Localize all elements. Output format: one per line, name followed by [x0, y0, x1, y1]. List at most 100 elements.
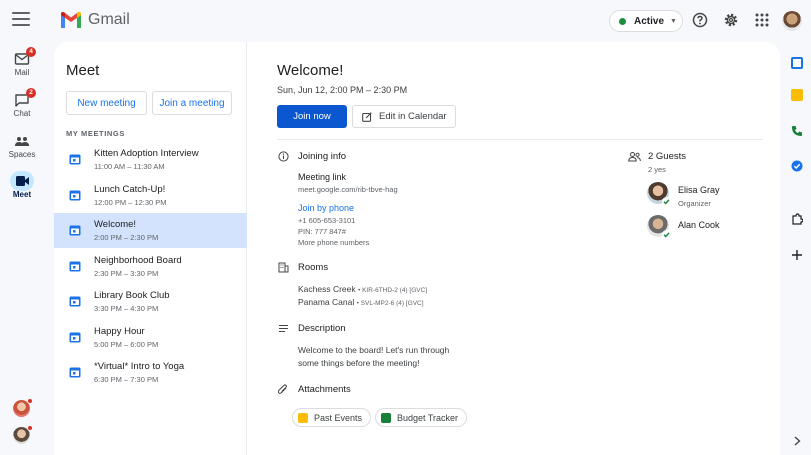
meetings-pane: Meet New meeting Join a meeting MY MEETI… — [54, 42, 247, 455]
room-name: Kachess Creek — [298, 284, 356, 294]
room-name: Panama Canal — [298, 297, 355, 307]
open-external-icon — [362, 112, 372, 122]
contact-avatar[interactable] — [13, 398, 33, 417]
slides-file-icon — [298, 413, 308, 423]
calendar-icon — [69, 190, 81, 200]
meeting-time: 11:00 AM – 11:30 AM — [94, 162, 165, 171]
add-icon[interactable] — [791, 249, 803, 261]
guest-avatar[interactable] — [647, 182, 671, 206]
help-icon[interactable] — [692, 12, 708, 28]
info-icon — [278, 151, 289, 162]
contact-avatar[interactable] — [13, 425, 33, 444]
new-meeting-button[interactable]: New meeting — [66, 91, 147, 115]
accepted-check-icon — [662, 230, 671, 239]
meeting-title: Happy Hour — [94, 325, 145, 337]
meeting-list-item[interactable]: Lunch Catch-Up! 12:00 PM – 12:30 PM — [54, 178, 247, 213]
gear-icon[interactable] — [723, 12, 739, 28]
calendar-icon — [69, 296, 81, 307]
join-now-button[interactable]: Join now — [277, 105, 347, 128]
meeting-detail: Welcome! Sun, Jun 12, 2:00 PM – 2:30 PM … — [248, 42, 780, 455]
addon-puzzle-icon[interactable] — [791, 213, 803, 225]
meeting-time: 12:00 PM – 12:30 PM — [94, 197, 167, 207]
rail-item-meet[interactable]: Meet — [0, 174, 44, 199]
section-label: MY MEETINGS — [66, 129, 125, 138]
status-label: Active — [634, 15, 665, 27]
pane-title: Meet — [66, 62, 100, 79]
guests-icon — [628, 152, 641, 162]
main-menu-icon[interactable] — [12, 12, 30, 26]
meeting-title: *Virtual* Intro to Yoga — [94, 361, 185, 372]
attachment-name: Past Events — [314, 412, 363, 423]
meeting-time: 5:00 PM – 6:00 PM — [94, 339, 159, 349]
phone-pin: PIN: 777 847# — [298, 227, 346, 236]
spaces-icon — [15, 137, 29, 146]
guest-avatar[interactable] — [647, 215, 671, 239]
calendar-icon — [69, 367, 81, 378]
calendar-icon — [69, 261, 81, 271]
app-name: Gmail — [88, 11, 130, 28]
divider — [277, 139, 763, 140]
edit-in-calendar-button[interactable]: Edit in Calendar — [352, 105, 456, 128]
top-bar: Gmail Active ▼ — [0, 0, 811, 42]
more-phone-numbers-link[interactable]: More phone numbers — [298, 238, 369, 247]
rail-label-spaces: Spaces — [8, 150, 36, 159]
meeting-title: Welcome! — [94, 219, 137, 230]
sheets-file-icon — [381, 413, 391, 423]
meeting-time: 2:30 PM – 3:30 PM — [94, 268, 159, 278]
video-camera-icon — [16, 176, 29, 186]
left-rail: 4 Mail 2 Chat Spaces Meet — [0, 42, 44, 455]
description-line: Welcome to the board! Let's run through — [298, 345, 450, 355]
rooms-heading: Rooms — [298, 262, 329, 273]
join-by-phone-link[interactable]: Join by phone — [298, 203, 354, 213]
meeting-time: 3:30 PM – 4:30 PM — [94, 304, 159, 313]
side-panel — [780, 42, 811, 455]
rail-label-mail: Mail — [14, 68, 30, 77]
description-heading: Description — [298, 323, 346, 334]
meeting-list-item[interactable]: Neighborhood Board 2:30 PM – 3:30 PM — [54, 249, 247, 284]
meeting-list-item[interactable]: Kitten Adoption Interview 11:00 AM – 11:3… — [54, 142, 247, 177]
account-avatar[interactable] — [782, 11, 802, 31]
attachment-chip[interactable]: Budget Tracker — [375, 408, 467, 427]
chevron-right-icon[interactable] — [791, 435, 803, 447]
rail-label-meet: Meet — [12, 190, 32, 199]
meeting-time: 2:00 PM – 2:30 PM — [94, 233, 159, 242]
meeting-link-label: Meeting link — [298, 172, 347, 182]
meeting-title: Neighborhood Board — [94, 254, 182, 266]
meeting-title: Welcome! — [277, 62, 344, 79]
gmail-logo-icon — [61, 12, 81, 28]
apps-grid-icon[interactable] — [754, 12, 770, 28]
room-code: • SVL-MP2-6 (4) [GVC] — [356, 300, 424, 307]
attachments-heading: Attachments — [298, 384, 351, 395]
calendar-icon — [69, 332, 81, 342]
meeting-link[interactable]: meet.google.com/rib-tbve-hag — [298, 185, 398, 194]
meeting-title: Lunch Catch-Up! — [94, 183, 166, 195]
phone-number: +1 605-653-3101 — [298, 216, 356, 225]
meeting-list-item[interactable]: Library Book Club 3:30 PM – 4:30 PM — [54, 284, 247, 319]
meeting-title: Kitten Adoption Interview — [94, 148, 199, 159]
join-meeting-button[interactable]: Join a meeting — [152, 91, 232, 115]
description-icon — [279, 325, 288, 332]
status-dropdown[interactable]: Active ▼ — [609, 10, 683, 32]
guests-summary: 2 yes — [648, 165, 666, 174]
meeting-time: 6:30 PM – 7:30 PM — [94, 375, 159, 384]
accepted-check-icon — [662, 197, 671, 206]
tasks-app-icon[interactable] — [791, 160, 803, 172]
paperclip-icon — [278, 384, 287, 394]
joining-info-heading: Joining info — [298, 151, 347, 162]
chevron-down-icon: ▼ — [670, 17, 677, 25]
attachment-chip[interactable]: Past Events — [292, 408, 371, 427]
mail-badge: 4 — [26, 47, 36, 57]
calendar-app-icon[interactable] — [791, 57, 803, 69]
status-dot-icon — [619, 17, 626, 25]
room-item: Kachess Creek • KIR-6THD-2 (4) [GVC] — [298, 284, 427, 294]
meeting-list-item[interactable]: Happy Hour 5:00 PM – 6:00 PM — [54, 320, 247, 355]
keep-app-icon[interactable] — [791, 89, 803, 101]
meeting-list-item[interactable]: *Virtual* Intro to Yoga 6:30 PM – 7:30 PM — [54, 355, 247, 390]
rail-item-mail[interactable]: 4 Mail — [0, 47, 44, 77]
rail-item-spaces[interactable]: Spaces — [0, 134, 44, 159]
meeting-list-item[interactable]: Welcome! 2:00 PM – 2:30 PM — [54, 213, 247, 248]
building-icon — [278, 262, 289, 273]
phone-app-icon[interactable] — [791, 125, 803, 137]
guest-name: Alan Cook — [678, 220, 720, 230]
rail-item-chat[interactable]: 2 Chat — [0, 88, 44, 118]
